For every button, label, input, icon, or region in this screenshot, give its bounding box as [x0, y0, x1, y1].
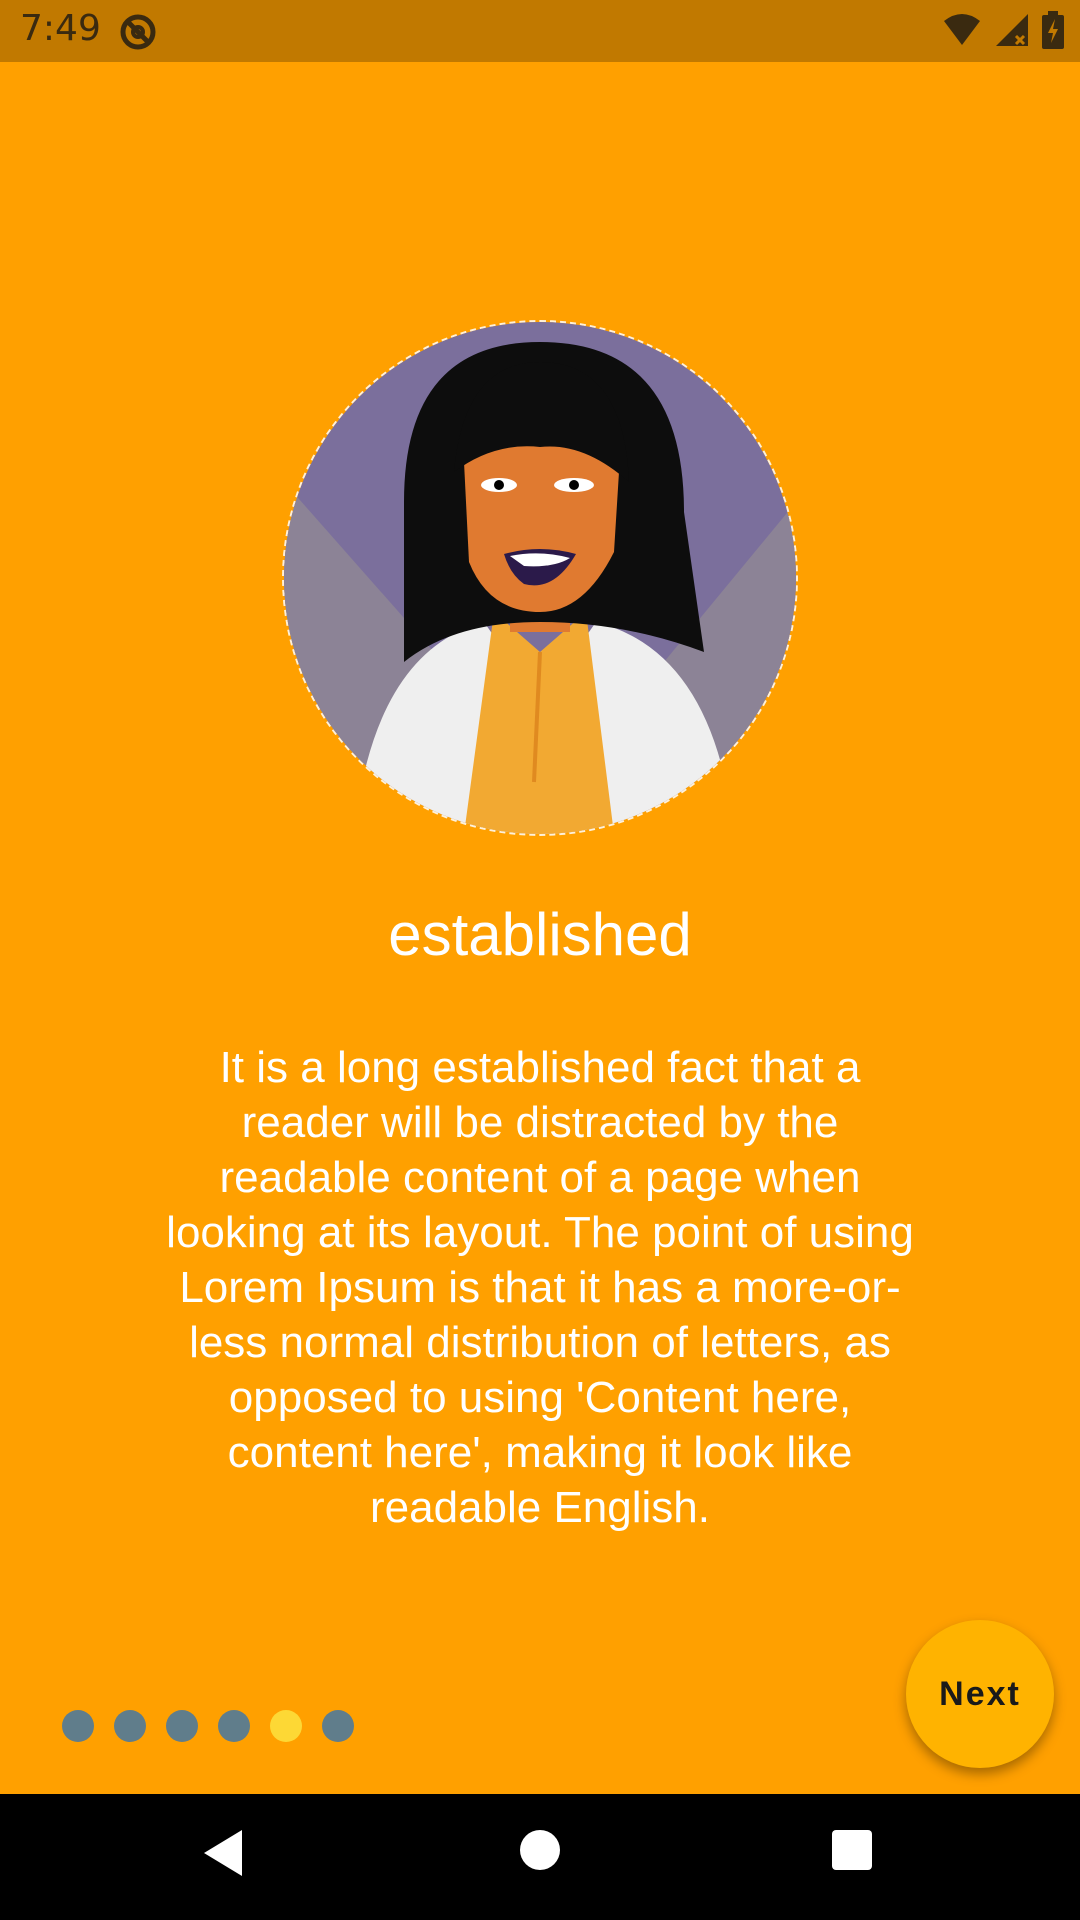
- page-dot: [218, 1710, 250, 1742]
- status-bar: 7:49: [0, 0, 1080, 62]
- onboarding-description: It is a long established fact that a rea…: [166, 1043, 914, 1532]
- back-icon[interactable]: [200, 1828, 246, 1882]
- status-time: 7:49: [20, 8, 101, 49]
- woman-avatar-illustration: [284, 322, 796, 834]
- system-nav-bar: [0, 1794, 1080, 1920]
- onboarding-screen: 7:49 established It is a long establishe…: [0, 0, 1080, 1920]
- home-icon[interactable]: [518, 1828, 562, 1876]
- page-dot: [114, 1710, 146, 1742]
- wifi-icon: [942, 13, 982, 51]
- status-icons: [942, 10, 1064, 54]
- page-dot: [166, 1710, 198, 1742]
- page-dot: [322, 1710, 354, 1742]
- page-dot-active: [270, 1710, 302, 1742]
- next-button[interactable]: Next: [906, 1620, 1054, 1768]
- recents-icon[interactable]: [830, 1828, 874, 1876]
- onboarding-illustration: [282, 320, 798, 836]
- onboarding-title: established: [388, 901, 692, 968]
- page-dot: [62, 1710, 94, 1742]
- app-notification-icon: [118, 12, 158, 52]
- page-indicator: [62, 1710, 354, 1742]
- battery-charging-icon: [1042, 11, 1064, 53]
- cell-signal-icon: [994, 12, 1030, 52]
